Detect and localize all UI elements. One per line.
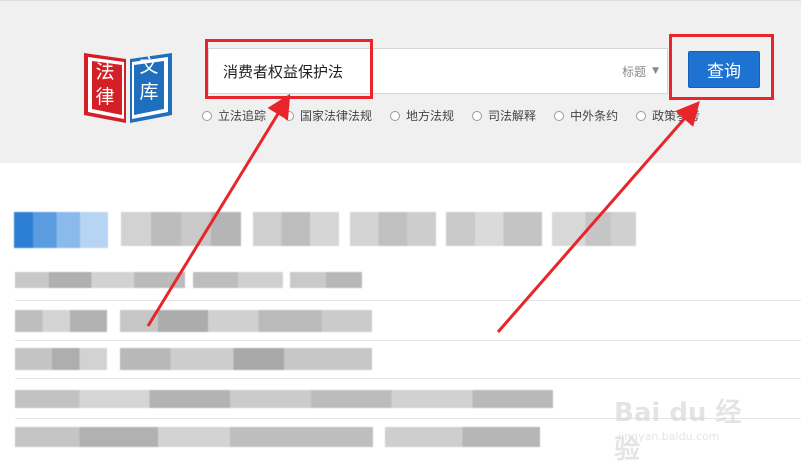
logo-char-2: 文 [139, 55, 158, 77]
search-scope-options: 立法追踪 国家法律法规 地方法规 司法解释 中外条约 政策参考 [202, 107, 718, 124]
radio-icon [284, 110, 295, 121]
scope-option[interactable]: 司法解释 [472, 107, 536, 124]
logo-char-3: 律 [95, 86, 114, 108]
row-divider [15, 340, 801, 341]
scope-label: 国家法律法规 [300, 109, 373, 123]
pixelated-row [15, 390, 553, 408]
radio-icon [554, 110, 565, 121]
logo-char-4: 库 [139, 81, 158, 103]
radio-icon [636, 110, 647, 121]
search-input[interactable] [223, 59, 553, 83]
scope-option[interactable]: 中外条约 [554, 107, 618, 124]
law-library-logo[interactable]: 法 文 律 库 [82, 49, 174, 125]
pixelated-row [15, 310, 107, 332]
row-divider [15, 378, 801, 379]
chevron-down-icon: ▼ [652, 66, 659, 76]
pixelated-row [193, 272, 283, 288]
scope-label: 政策参考 [652, 109, 701, 123]
scope-label: 地方法规 [406, 109, 455, 123]
pixelated-row [385, 427, 540, 447]
radio-icon [472, 110, 483, 121]
pixelated-row [290, 272, 362, 288]
pixelated-row [15, 427, 373, 447]
scope-option[interactable]: 政策参考 [636, 107, 700, 124]
pixelated-tab [121, 212, 241, 246]
watermark-url: jingyan.baidu.com [618, 430, 720, 443]
pixelated-tab [552, 212, 636, 246]
scope-label: 中外条约 [570, 109, 619, 123]
search-field-select[interactable]: 标题 ▼ [622, 63, 659, 80]
scope-label: 司法解释 [488, 109, 537, 123]
search-header: 法 文 律 库 标题 ▼ 查询 立法追踪 国家法律法规 地方法规 司法解释 中外条… [0, 0, 801, 163]
watermark-brand: Bai du 经验 [614, 398, 742, 465]
scope-option[interactable]: 地方法规 [390, 107, 454, 124]
pixelated-tab [446, 212, 542, 246]
scope-option[interactable]: 立法追踪 [202, 107, 266, 124]
radio-icon [202, 110, 212, 121]
pixelated-tab [253, 212, 339, 246]
pixelated-row [15, 348, 107, 370]
scope-label: 立法追踪 [218, 109, 267, 123]
query-button[interactable]: 查询 [688, 51, 760, 88]
pixelated-row [120, 310, 372, 332]
pixelated-tab-active [14, 212, 108, 248]
scope-option[interactable]: 国家法律法规 [284, 107, 372, 124]
search-field-label: 标题 [622, 65, 647, 79]
pixelated-row [15, 272, 185, 288]
row-divider [15, 300, 801, 301]
radio-icon [390, 110, 401, 121]
logo-char-1: 法 [95, 61, 114, 83]
search-box: 标题 ▼ [208, 48, 668, 94]
pixelated-row [120, 348, 372, 370]
baidu-jingyan-watermark: Bai du 经验 jingyan.baidu.com [614, 392, 764, 465]
pixelated-tab [350, 212, 436, 246]
